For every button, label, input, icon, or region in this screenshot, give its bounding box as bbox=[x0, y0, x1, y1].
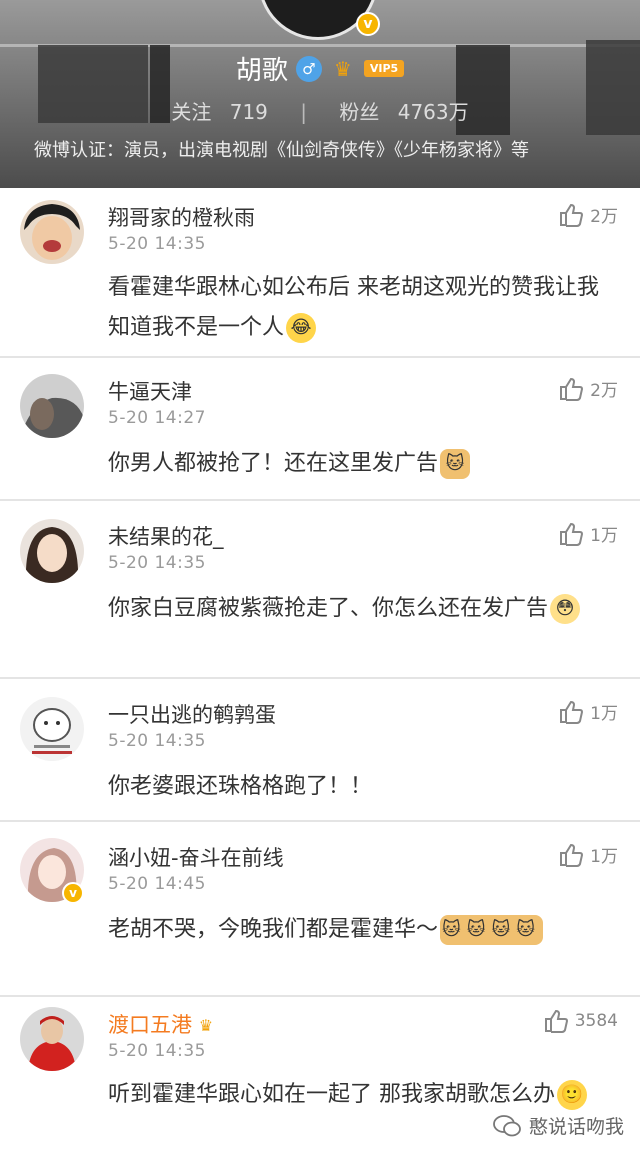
followers-count[interactable]: 4763万 bbox=[398, 100, 469, 124]
watermark-text: 憨说话吻我 bbox=[529, 1112, 624, 1139]
comment-body: 老胡不哭，今晚我们都是霍建华～ bbox=[108, 917, 438, 942]
comment-username[interactable]: 翔哥家的橙秋雨 bbox=[108, 202, 255, 232]
watermark: 憨说话吻我 bbox=[493, 1112, 624, 1139]
cat-emoji-icon: 🐱🐱🐱🐱 bbox=[440, 915, 543, 945]
profile-name-row: 胡歌 ♂ ♛ VIP5 bbox=[0, 50, 640, 87]
comment-text: 看霍建华跟林心如公布后 来老胡这观光的赞我让我知道我不是一个人😂 bbox=[108, 268, 618, 348]
crown-icon: ♛ bbox=[199, 1017, 221, 1035]
comment-text: 听到霍建华跟心如在一起了 那我家胡歌怎么办🙂 bbox=[108, 1075, 618, 1115]
thumbs-up-icon bbox=[558, 843, 584, 867]
comment-body: 听到霍建华跟心如在一起了 那我家胡歌怎么办 bbox=[108, 1082, 555, 1107]
profile-header: v 胡歌 ♂ ♛ VIP5 关注 719 | 粉丝 4763万 微博认证：演员，… bbox=[0, 0, 640, 188]
comment-item: 一只出逃的鹌鹑蛋 5-20 14:35 1万 你老婆跟还珠格格跑了！！ bbox=[0, 679, 640, 822]
thumbs-up-icon bbox=[558, 522, 584, 546]
comment-text: 你家白豆腐被紫薇抢走了、你怎么还在发广告😳 bbox=[108, 589, 618, 629]
stats-separator: | bbox=[300, 100, 307, 124]
verified-badge-icon: v bbox=[356, 12, 380, 36]
comment-time: 5-20 14:35 bbox=[108, 234, 206, 254]
comment-item: 牛逼天津 5-20 14:27 2万 你男人都被抢了！还在这里发广告🐱 bbox=[0, 358, 640, 501]
wechat-icon bbox=[493, 1115, 521, 1137]
comment-item: 未结果的花_ 5-20 14:35 1万 你家白豆腐被紫薇抢走了、你怎么还在发广… bbox=[0, 501, 640, 679]
followers-label[interactable]: 粉丝 bbox=[339, 100, 379, 124]
avatar[interactable] bbox=[20, 374, 84, 438]
verified-badge-icon: v bbox=[62, 882, 84, 904]
thumbs-up-icon bbox=[558, 700, 584, 724]
avatar[interactable] bbox=[20, 1007, 84, 1071]
comment-item: v 涵小妞-奋斗在前线 5-20 14:45 1万 老胡不哭，今晚我们都是霍建华… bbox=[0, 822, 640, 997]
like-count: 2万 bbox=[590, 202, 618, 227]
following-count[interactable]: 719 bbox=[230, 100, 268, 124]
thumbs-up-icon bbox=[543, 1009, 569, 1033]
male-gender-icon: ♂ bbox=[296, 56, 322, 82]
comment-username[interactable]: 牛逼天津 bbox=[108, 376, 192, 406]
crown-icon: ♛ bbox=[330, 58, 356, 80]
comment-username[interactable]: 涵小妞-奋斗在前线 bbox=[108, 842, 284, 872]
comment-username[interactable]: 未结果的花_ bbox=[108, 521, 224, 551]
verification-text: 微博认证：演员，出演电视剧《仙剑奇侠传》《少年杨家将》等 bbox=[34, 136, 614, 162]
smile-emoji-icon: 🙂 bbox=[557, 1080, 587, 1110]
like-button[interactable]: 2万 bbox=[558, 202, 618, 227]
like-count: 2万 bbox=[590, 376, 618, 401]
comment-item: 翔哥家的橙秋雨 5-20 14:35 2万 看霍建华跟林心如公布后 来老胡这观光… bbox=[0, 188, 640, 358]
comment-username[interactable]: 一只出逃的鹌鹑蛋 bbox=[108, 699, 276, 729]
like-button[interactable]: 1万 bbox=[558, 521, 618, 546]
cat-emoji-icon: 🐱 bbox=[440, 449, 470, 479]
comment-body: 你老婆跟还珠格格跑了！！ bbox=[108, 774, 372, 799]
laughing-crying-emoji-icon: 😂 bbox=[286, 313, 316, 343]
blushing-emoji-icon: 😳 bbox=[550, 594, 580, 624]
like-count: 1万 bbox=[590, 699, 618, 724]
comment-text: 你男人都被抢了！还在这里发广告🐱 bbox=[108, 444, 618, 484]
comment-time: 5-20 14:27 bbox=[108, 408, 206, 428]
thumbs-up-icon bbox=[558, 377, 584, 401]
avatar[interactable] bbox=[20, 697, 84, 761]
username-text: 渡口五港 bbox=[108, 1013, 192, 1037]
profile-name[interactable]: 胡歌 bbox=[236, 50, 288, 87]
like-count: 3584 bbox=[575, 1011, 618, 1031]
like-button[interactable]: 3584 bbox=[543, 1009, 618, 1033]
like-button[interactable]: 1万 bbox=[558, 842, 618, 867]
like-button[interactable]: 1万 bbox=[558, 699, 618, 724]
comment-list: 翔哥家的橙秋雨 5-20 14:35 2万 看霍建华跟林心如公布后 来老胡这观光… bbox=[0, 188, 640, 1159]
comment-body: 你男人都被抢了！还在这里发广告 bbox=[108, 451, 438, 476]
comment-text: 你老婆跟还珠格格跑了！！ bbox=[108, 767, 618, 807]
comment-username[interactable]: 渡口五港 ♛ bbox=[108, 1009, 221, 1039]
vip-badge[interactable]: VIP5 bbox=[364, 60, 404, 77]
avatar[interactable] bbox=[20, 519, 84, 583]
comment-body: 你家白豆腐被紫薇抢走了、你怎么还在发广告 bbox=[108, 596, 548, 621]
like-count: 1万 bbox=[590, 521, 618, 546]
profile-stats: 关注 719 | 粉丝 4763万 bbox=[0, 96, 640, 125]
comment-time: 5-20 14:45 bbox=[108, 874, 206, 894]
avatar[interactable] bbox=[20, 200, 84, 264]
comment-body: 看霍建华跟林心如公布后 来老胡这观光的赞我让我知道我不是一个人 bbox=[108, 275, 599, 340]
thumbs-up-icon bbox=[558, 203, 584, 227]
comment-time: 5-20 14:35 bbox=[108, 553, 206, 573]
comment-time: 5-20 14:35 bbox=[108, 731, 206, 751]
comment-text: 老胡不哭，今晚我们都是霍建华～🐱🐱🐱🐱 bbox=[108, 910, 618, 950]
comment-time: 5-20 14:35 bbox=[108, 1041, 206, 1061]
like-button[interactable]: 2万 bbox=[558, 376, 618, 401]
following-label[interactable]: 关注 bbox=[171, 100, 211, 124]
like-count: 1万 bbox=[590, 842, 618, 867]
